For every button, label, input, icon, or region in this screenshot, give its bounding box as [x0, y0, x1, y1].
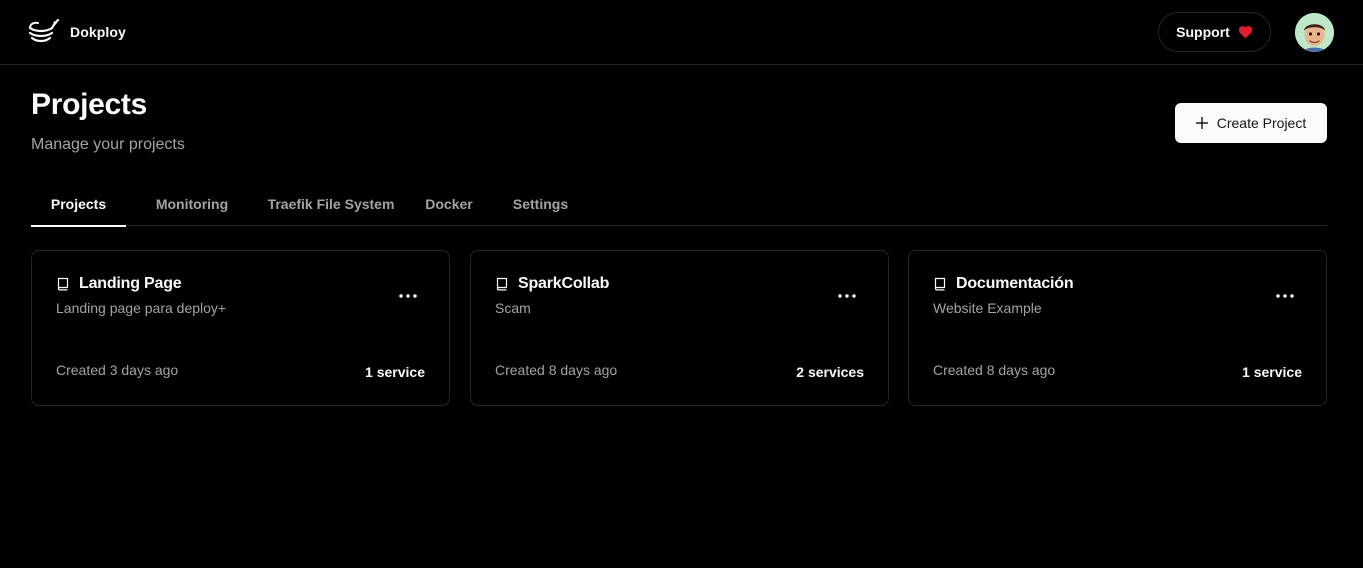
project-name: Documentación [956, 275, 1074, 292]
page-title: Projects [31, 88, 147, 121]
book-icon [934, 277, 946, 291]
plus-icon [1195, 117, 1208, 129]
tab-label: Docker [425, 195, 473, 212]
tab-label: Projects [50, 195, 107, 212]
project-options-button[interactable] [1274, 287, 1296, 305]
more-horizontal-icon [838, 294, 856, 298]
book-icon [496, 277, 508, 291]
more-horizontal-icon [399, 294, 417, 298]
project-services-count: 2 services [796, 364, 864, 380]
project-description: Website Example [933, 300, 1042, 316]
heart-icon [1238, 26, 1252, 39]
project-services-count: 1 service [1242, 364, 1302, 380]
project-created: Created 3 days ago [56, 362, 179, 378]
page-subtitle: Manage your projects [31, 136, 185, 153]
book-icon [57, 277, 69, 291]
top-navbar: Dokploy Support [0, 0, 1363, 65]
tab-label: Monitoring [155, 195, 229, 212]
tab-label: Settings [512, 195, 569, 212]
dokploy-logo-icon [28, 18, 60, 43]
tab-label: Traefik File System [267, 195, 395, 212]
project-card-landing-page[interactable]: Landing Page Landing page para deploy+ C… [31, 250, 450, 406]
brand-name: Dokploy [70, 24, 126, 40]
support-label: Support [1176, 24, 1230, 40]
create-project-label: Create Project [1216, 115, 1307, 131]
tab-settings[interactable]: Settings [493, 181, 588, 226]
more-horizontal-icon [1276, 294, 1294, 298]
project-card-header: Documentación [933, 275, 1074, 293]
project-card-sparkcollab[interactable]: SparkCollab Scam Created 8 days ago 2 se… [470, 250, 889, 406]
project-card-header: SparkCollab [495, 275, 609, 293]
tab-docker[interactable]: Docker [405, 181, 493, 226]
create-project-button[interactable]: Create Project [1175, 103, 1327, 143]
project-card-header: Landing Page [56, 275, 182, 293]
project-created: Created 8 days ago [495, 362, 618, 378]
tab-projects[interactable]: Projects [31, 181, 126, 227]
support-button[interactable]: Support [1158, 12, 1271, 52]
project-name: SparkCollab [518, 275, 610, 292]
project-options-button[interactable] [397, 287, 419, 305]
project-name: Landing Page [79, 275, 182, 292]
project-created: Created 8 days ago [933, 362, 1056, 378]
user-avatar[interactable] [1295, 13, 1334, 52]
project-description: Landing page para deploy+ [56, 300, 227, 316]
memoji-avatar-icon [1295, 13, 1334, 52]
project-services-count: 1 service [365, 364, 425, 380]
project-description: Scam [495, 300, 531, 316]
section-tabs: Projects Monitoring Traefik File System … [31, 181, 1327, 227]
tab-traefik-file-system[interactable]: Traefik File System [238, 181, 424, 226]
project-card-documentacion[interactable]: Documentación Website Example Created 8 … [908, 250, 1327, 406]
brand-home-link[interactable]: Dokploy [28, 18, 126, 46]
project-options-button[interactable] [836, 287, 858, 305]
